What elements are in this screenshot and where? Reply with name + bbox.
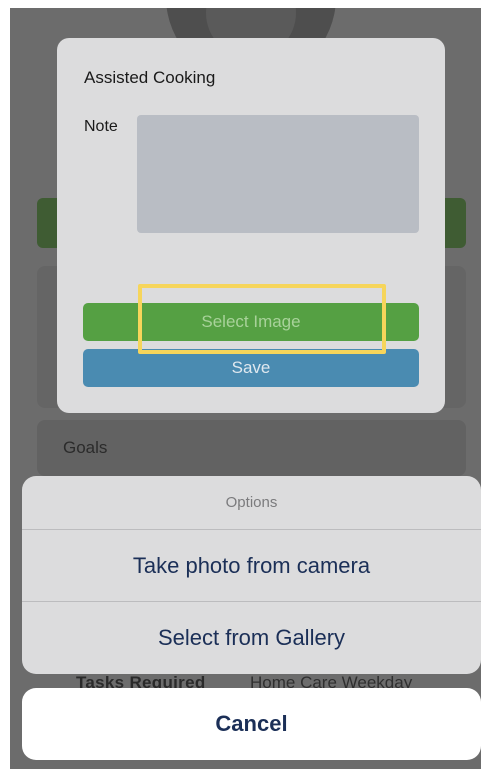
goals-label: Goals: [63, 438, 108, 457]
options-action-sheet: Options Take photo from camera Select fr…: [22, 476, 481, 674]
note-dialog: Assisted Cooking Note Select Image Save: [57, 38, 445, 413]
take-photo-option[interactable]: Take photo from camera: [22, 529, 481, 601]
dialog-title: Assisted Cooking: [84, 68, 216, 87]
note-label: Note: [84, 118, 118, 135]
save-button[interactable]: Save: [83, 349, 419, 387]
note-input[interactable]: [137, 115, 419, 233]
app-screen: Goals Tasks Required Home Care Weekday A…: [10, 8, 481, 769]
cancel-button[interactable]: Cancel: [22, 688, 481, 760]
select-from-gallery-option[interactable]: Select from Gallery: [22, 601, 481, 673]
select-image-button[interactable]: Select Image: [83, 303, 419, 341]
action-sheet-title: Options: [225, 494, 278, 511]
